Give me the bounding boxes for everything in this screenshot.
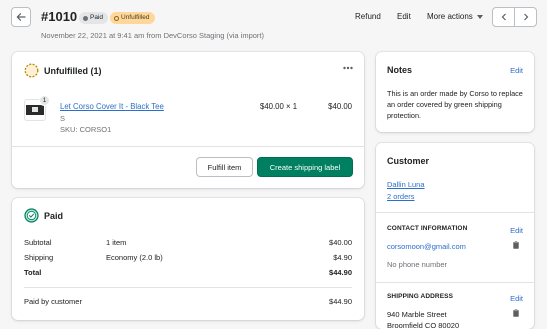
address-line-2: Broomfield CO 80020 xyxy=(387,321,460,329)
subtotal-label: Subtotal xyxy=(24,238,52,247)
order-subtitle: November 22, 2021 at 9:41 am from DevCor… xyxy=(41,31,265,40)
shipping-address-edit-link[interactable]: Edit xyxy=(510,294,523,303)
back-button[interactable] xyxy=(11,7,31,27)
order-pager xyxy=(492,7,537,27)
notes-text: This is an order made by Corso to replac… xyxy=(387,89,523,120)
more-options-icon[interactable] xyxy=(343,66,353,70)
contact-info-label: CONTACT INFORMATION xyxy=(387,225,468,232)
customer-card: Customer Dallin Luna 2 orders CONTACT IN… xyxy=(376,143,534,329)
contact-edit-link[interactable]: Edit xyxy=(510,226,523,235)
unfulfilled-status-badge: Unfulfilled xyxy=(110,12,155,24)
total-label: Total xyxy=(24,268,42,277)
caret-down-icon xyxy=(476,14,483,19)
shipping-detail: Economy (2.0 lb) xyxy=(106,253,163,262)
paid-divider xyxy=(24,287,352,288)
customer-phone: No phone number xyxy=(387,260,448,269)
next-order-button[interactable] xyxy=(515,8,536,26)
fulfill-item-button[interactable]: Fulfill item xyxy=(196,157,253,177)
paid-card: Paid Subtotal 1 item $40.00 Shipping Eco… xyxy=(12,198,364,320)
quantity-badge: 1 xyxy=(39,95,50,106)
customer-email[interactable]: corsomoon@gmail.com xyxy=(387,242,466,251)
edit-order-button[interactable]: Edit xyxy=(397,12,411,21)
chevron-left-icon xyxy=(501,13,506,21)
shipping-label: Shipping xyxy=(24,253,54,262)
shipping-address-label: SHIPPING ADDRESS xyxy=(387,293,454,300)
product-name-link[interactable]: Let Corso Cover It - Black Tee xyxy=(60,102,164,111)
product-sku: SKU: CORSO1 xyxy=(60,125,112,134)
customer-divider-1 xyxy=(376,212,534,213)
card-divider xyxy=(12,146,364,147)
line-total: $40.00 xyxy=(328,102,352,111)
clipboard-icon[interactable] xyxy=(513,241,519,249)
paid-status-badge: Paid xyxy=(79,12,109,24)
previous-order-button[interactable] xyxy=(493,8,515,26)
create-shipping-label-button[interactable]: Create shipping label xyxy=(257,157,353,177)
subtotal-amount: $40.00 xyxy=(329,238,352,247)
unfulfilled-dot-icon xyxy=(114,15,119,21)
paid-by-customer-amount: $44.90 xyxy=(329,297,352,306)
unfulfilled-badge-label: Unfulfilled xyxy=(121,14,150,21)
more-actions-button[interactable]: More actions xyxy=(427,12,483,21)
refund-button[interactable]: Refund xyxy=(355,12,381,21)
paid-check-circle-icon xyxy=(24,208,39,223)
unfulfilled-card: Unfulfilled (1) 1 Let Corso Cover It - B… xyxy=(12,52,364,188)
arrow-left-icon xyxy=(16,13,26,21)
customer-divider-2 xyxy=(376,282,534,283)
customer-name-link[interactable]: Dallin Luna xyxy=(387,180,425,189)
subtotal-detail: 1 item xyxy=(106,238,127,247)
unfulfilled-title: Unfulfilled (1) xyxy=(44,66,102,76)
notes-edit-link[interactable]: Edit xyxy=(510,66,523,75)
address-line-1: 940 Marble Street xyxy=(387,310,447,319)
notes-card: Notes Edit This is an order made by Cors… xyxy=(376,52,534,132)
tshirt-image-icon xyxy=(26,105,44,115)
more-actions-label: More actions xyxy=(427,12,473,21)
notes-title: Notes xyxy=(387,65,413,75)
product-variant: S xyxy=(60,114,66,123)
order-title: #1010 xyxy=(41,9,78,24)
shipping-amount: $4.90 xyxy=(333,253,352,262)
customer-orders-link[interactable]: 2 orders xyxy=(387,192,415,201)
paid-badge-label: Paid xyxy=(90,14,104,21)
paid-title: Paid xyxy=(44,211,64,221)
clipboard-icon[interactable] xyxy=(513,309,519,317)
unit-price: $40.00 × 1 xyxy=(260,102,298,111)
paid-by-customer-label: Paid by customer xyxy=(24,297,82,306)
unfulfilled-circle-icon xyxy=(24,63,39,78)
paid-dot-icon xyxy=(83,15,88,21)
total-amount: $44.90 xyxy=(329,268,352,277)
customer-title: Customer xyxy=(387,156,430,166)
chevron-right-icon xyxy=(523,13,528,21)
